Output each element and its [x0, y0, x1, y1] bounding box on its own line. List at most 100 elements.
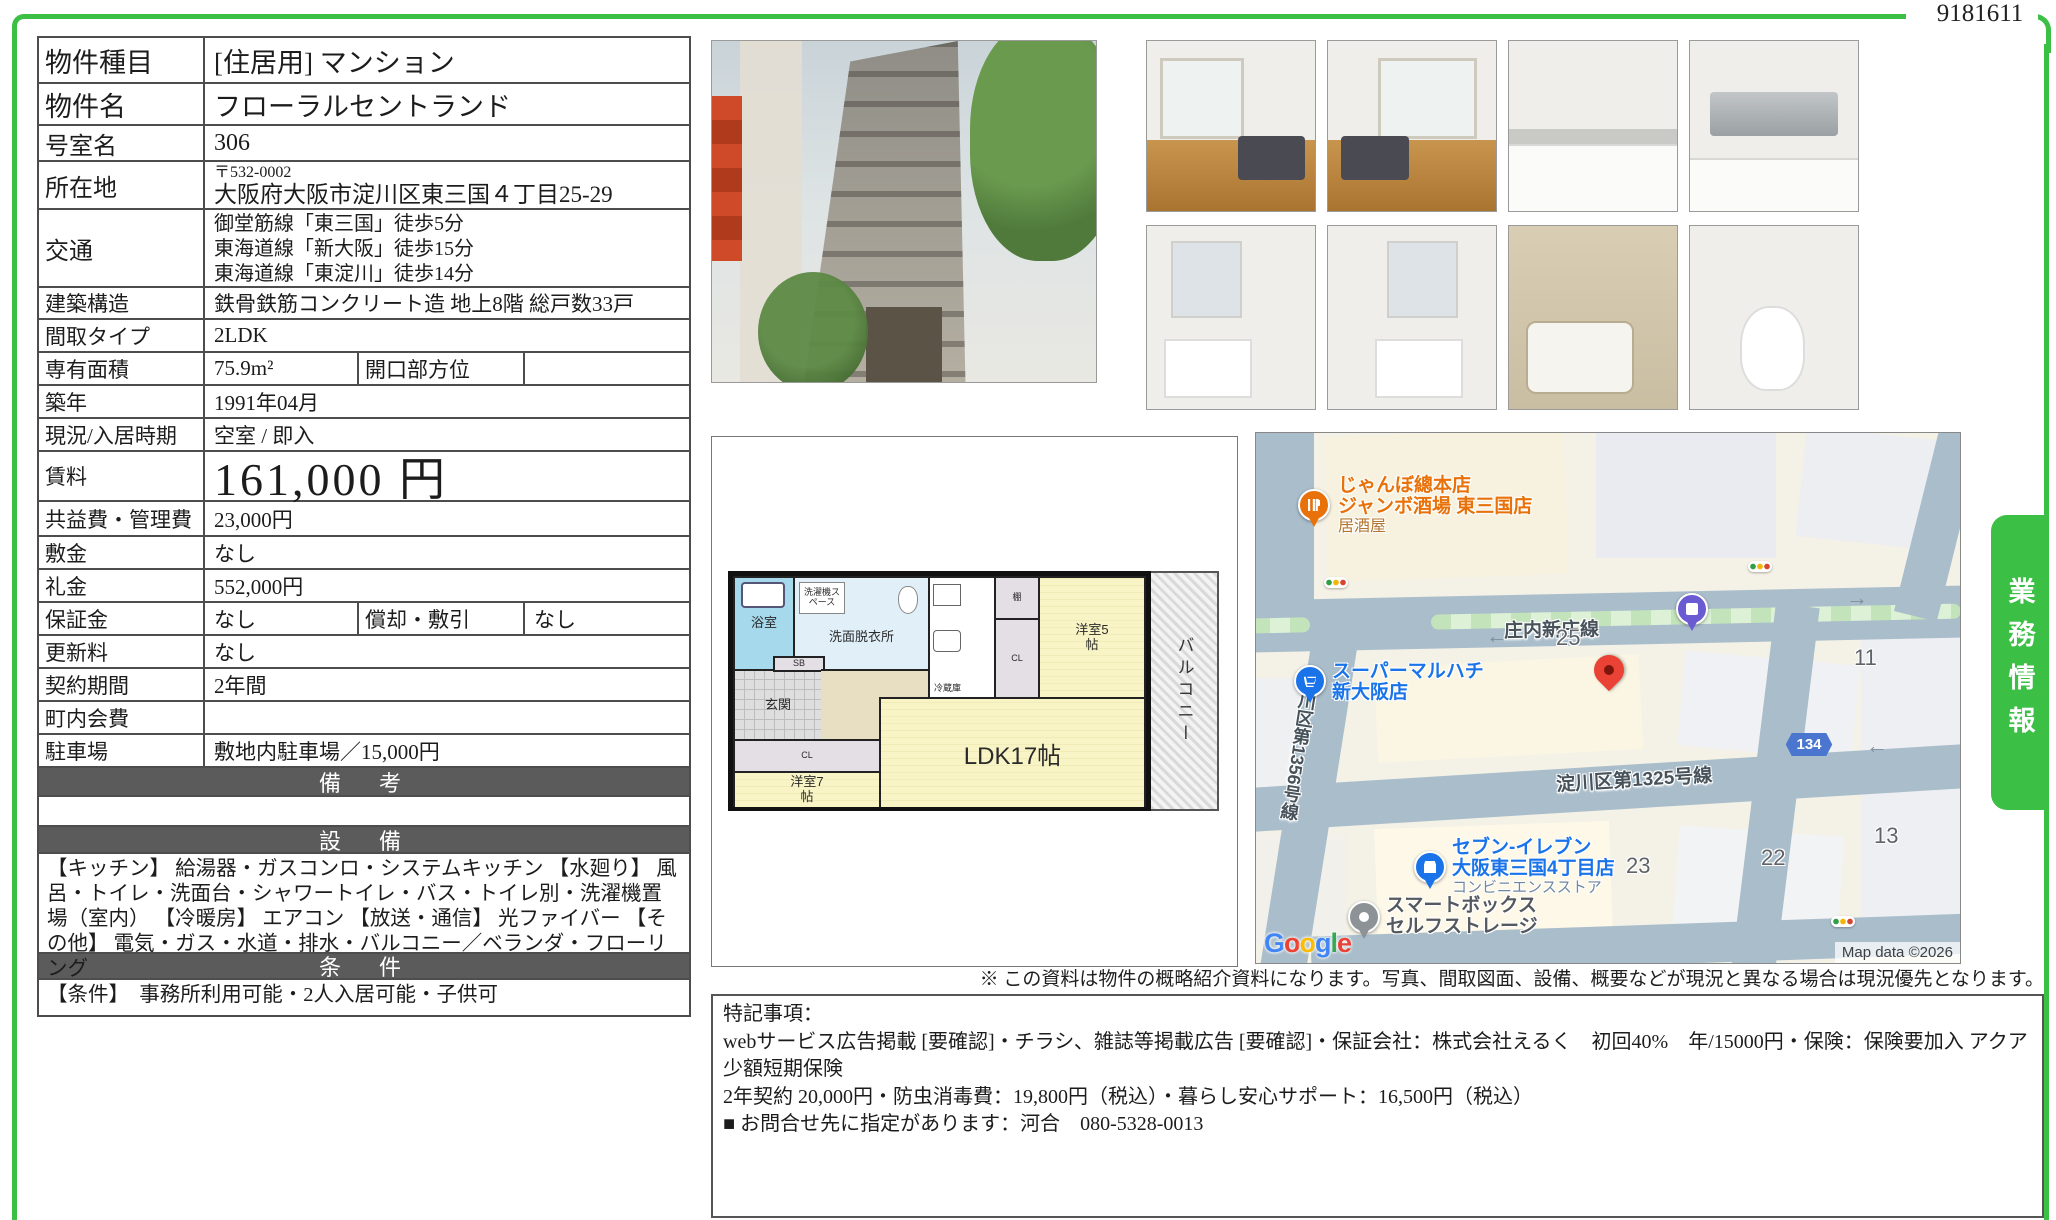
tab-gyomu-joho[interactable]: 業務情報 [1991, 515, 2049, 810]
row-value: 2年間 [205, 669, 689, 700]
row-year-built: 築年 1991年04月 [39, 384, 689, 417]
closet-bottom: CL [733, 739, 881, 773]
google-letter: o [1300, 928, 1316, 958]
room-ldk: LDK17帖 [879, 697, 1146, 807]
row-value2: なし [525, 603, 689, 634]
row-label: 賃料 [39, 452, 205, 500]
poi-storage[interactable]: スマートボックス セルフストレージ [1386, 895, 1538, 938]
poi-izakaya-line2: ジャンボ酒場 東三国店 [1338, 496, 1532, 517]
photo-washroom-2 [1327, 225, 1497, 410]
room-label: 洋室7帖 [785, 775, 829, 805]
map-panel[interactable]: ← → ← 庄内新庄線 淀川区第1356号線 淀川区第1325号線 じゃんぼ總本… [1255, 432, 1961, 964]
row-key-money: 礼金 552,000円 [39, 568, 689, 601]
row-label: 物件種目 [39, 38, 205, 82]
row-label: 共益費・管理費 [39, 502, 205, 535]
address-text: 大阪府大阪市淀川区東三国４丁目25-29 [214, 182, 613, 208]
block-number: 13 [1874, 823, 1898, 849]
poi-super-line2: 新大阪店 [1332, 682, 1484, 703]
road-median [1255, 617, 1310, 633]
store-icon [1424, 861, 1436, 873]
fridge-label: 冷蔵庫 [934, 684, 961, 694]
poi-izakaya[interactable]: じゃんぼ總本店 ジャンボ酒場 東三国店 居酒屋 [1338, 475, 1532, 535]
row-label2: 開口部方位 [359, 353, 525, 384]
row-label: 町内会費 [39, 702, 205, 733]
room-label: 玄関 [765, 698, 791, 713]
page-border-top [24, 14, 1906, 19]
row-value: 75.9m² [205, 353, 359, 384]
kitchen-sink [1710, 92, 1838, 136]
row-property-name: 物件名 フローラルセントランド [39, 82, 689, 124]
road-arrow-icon: ← [1866, 733, 1888, 759]
traffic-light-icon [1748, 561, 1772, 572]
closet-label: CL [801, 751, 813, 761]
postal-code: 〒532-0002 [214, 164, 613, 182]
laundry-space: 洗濯機スペース [799, 582, 845, 614]
sofa [1238, 136, 1305, 180]
notes-line: 2年契約 20,000円・防虫消毒費：19,800円（税込）・暮らし安心サポート… [723, 1084, 2032, 1112]
supermarket-pin-icon[interactable] [1294, 665, 1326, 697]
poi-storage-line1: スマートボックス [1386, 895, 1538, 916]
block-number: 11 [1854, 645, 1877, 671]
sink-symbol [933, 630, 961, 652]
shoe-box: SB [773, 656, 825, 672]
map-attribution: Map data ©2026 [1835, 942, 1960, 963]
photo-living-2 [1327, 40, 1497, 212]
vanity [1375, 339, 1463, 398]
shelf-label: 棚 [1012, 593, 1021, 603]
row-value: フローラルセントランド [205, 84, 689, 124]
google-letter: e [1337, 928, 1351, 958]
cart-icon [1304, 675, 1316, 687]
unit-outline: 浴室 洗濯機スペース 洗面脱衣所 冷蔵庫 棚 [728, 571, 1151, 811]
laundry-label: 洗濯機スペース [800, 588, 844, 608]
google-logo[interactable]: Google [1264, 928, 1351, 959]
kitchen-cabinet [1509, 144, 1677, 211]
bathtub [1526, 321, 1634, 395]
row-floor-area: 専有面積 75.9m² 開口部方位 [39, 351, 689, 384]
row-address: 所在地 〒532-0002 大阪府大阪市淀川区東三国４丁目25-29 [39, 160, 689, 208]
building-sign [712, 96, 742, 261]
biko-content [39, 795, 689, 825]
row-contract-term: 契約期間 2年間 [39, 667, 689, 700]
notes-line: webサービス広告掲載 [要確認]・チラシ、雑誌等掲載広告 [要確認]・保証会社… [723, 1029, 2032, 1084]
storage-pin-icon[interactable] [1348, 901, 1380, 933]
restaurant-pin-icon[interactable] [1298, 489, 1330, 521]
room-label: 浴室 [751, 616, 777, 631]
row-label: 敷金 [39, 537, 205, 568]
stove-symbol [933, 584, 961, 606]
bathtub-symbol [741, 582, 785, 608]
map-block [1596, 433, 1776, 558]
row-label: 礼金 [39, 570, 205, 601]
poi-supermarket[interactable]: スーパーマルハチ 新大阪店 [1332, 661, 1484, 704]
row-guarantee: 保証金 なし 償却・敷引 なし [39, 601, 689, 634]
toilet-symbol [898, 586, 918, 614]
google-letter: g [1315, 928, 1331, 958]
poi-super-line1: スーパーマルハチ [1332, 661, 1484, 682]
row-neighborhood-fee: 町内会費 [39, 700, 689, 733]
shelf-closet: 棚 [994, 576, 1040, 620]
row-value: 23,000円 [205, 502, 689, 535]
convenience-pin-icon[interactable] [1414, 851, 1446, 883]
row-parking: 駐車場 敷地内駐車場／15,000円 [39, 733, 689, 766]
fuel-pump-icon [1686, 603, 1698, 615]
floorplan-panel: バルコニー 浴室 洗濯機スペース 洗面脱衣所 冷 [711, 436, 1238, 967]
room-genkan: 玄関 [733, 669, 823, 741]
vanity [1164, 339, 1252, 398]
poi-izakaya-line1: じゃんぼ總本店 [1338, 475, 1532, 496]
special-notes-box: 特記事項： webサービス広告掲載 [要確認]・チラシ、雑誌等掲載広告 [要確認… [711, 994, 2044, 1218]
window [1378, 58, 1476, 139]
access-line: 御堂筋線「東三国」徒歩5分 [214, 212, 474, 237]
row-label: 現況/入居時期 [39, 419, 205, 450]
row-label: 間取タイプ [39, 320, 205, 351]
access-line: 東海道線「新大阪」徒歩15分 [214, 237, 474, 262]
sofa [1341, 136, 1408, 180]
room-label: 洗面脱衣所 [829, 630, 894, 645]
photo-kitchen-1 [1508, 40, 1678, 212]
kitchen-corridor: 冷蔵庫 [928, 576, 996, 699]
block-number: 22 [1761, 845, 1785, 871]
poi-seven-eleven[interactable]: セブン-イレブン 大阪東三国4丁目店 コンビニエンスストア [1452, 837, 1615, 896]
row-label: 保証金 [39, 603, 205, 634]
gas-station-pin-icon[interactable] [1676, 593, 1708, 625]
section-header-biko: 備 考 [39, 766, 689, 795]
poi-seven-line1: セブン-イレブン [1452, 837, 1615, 858]
row-value: 2LDK [205, 320, 689, 351]
